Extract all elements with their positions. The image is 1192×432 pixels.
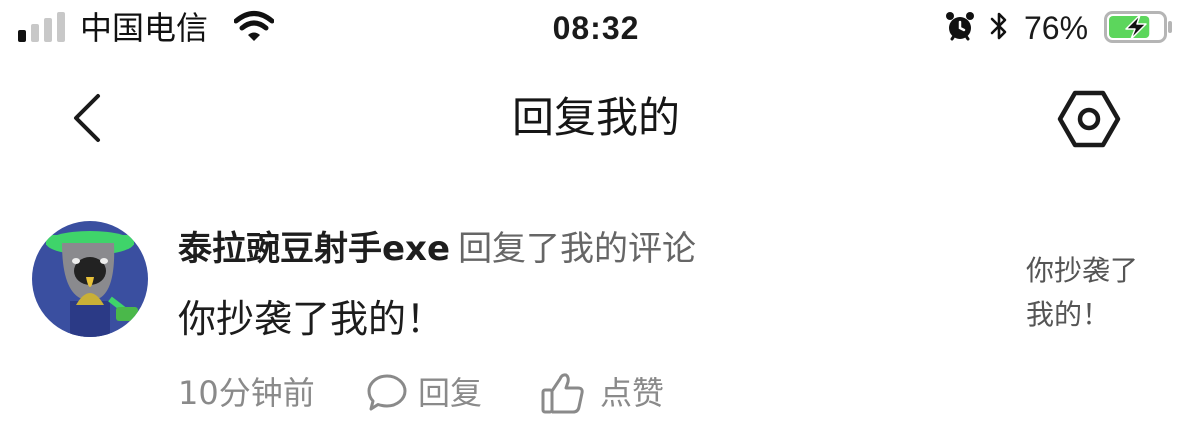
reply-meta-row: 10分钟前 回复 点赞 [178, 369, 738, 417]
alarm-icon [946, 12, 974, 41]
thumbs-up-icon [541, 373, 584, 414]
avatar-image [32, 221, 148, 337]
like-button-label: 点赞 [600, 374, 665, 412]
reply-content: 你抄袭了我的！ [178, 297, 445, 341]
screen: 中国电信 08:32 76% 回复我的 泰拉豌豆射手exe 回复了我的评论 你抄… [0, 0, 1192, 432]
reply-action-text: 回复了我的评论 [458, 229, 697, 269]
reply-time: 10分钟前 [178, 374, 315, 412]
page-title: 回复我的 [511, 93, 680, 142]
avatar[interactable] [32, 221, 148, 337]
username-link[interactable]: 泰拉豌豆射手exe [178, 229, 450, 269]
battery-charging-icon [1104, 11, 1172, 43]
comment-bubble-icon [367, 374, 407, 411]
status-time: 08:32 [552, 10, 640, 46]
reply-button-label: 回复 [418, 374, 483, 412]
like-button[interactable]: 点赞 [540, 369, 680, 417]
status-bar: 中国电信 08:32 76% [0, 0, 1192, 56]
hexagon-settings-icon[interactable] [1056, 90, 1122, 148]
reply-button[interactable]: 回复 [366, 369, 496, 417]
nav-bar: 回复我的 [0, 70, 1192, 166]
battery-percent: 76% [1024, 10, 1089, 46]
bluetooth-icon [990, 12, 1007, 40]
original-comment-preview[interactable]: 你抄袭了我的！ [1026, 249, 1156, 337]
reply-header: 泰拉豌豆射手exe 回复了我的评论 [178, 227, 696, 271]
reply-item[interactable]: 泰拉豌豆射手exe 回复了我的评论 你抄袭了我的！ 你抄袭了我的！ 10分钟前 回… [0, 205, 1192, 432]
